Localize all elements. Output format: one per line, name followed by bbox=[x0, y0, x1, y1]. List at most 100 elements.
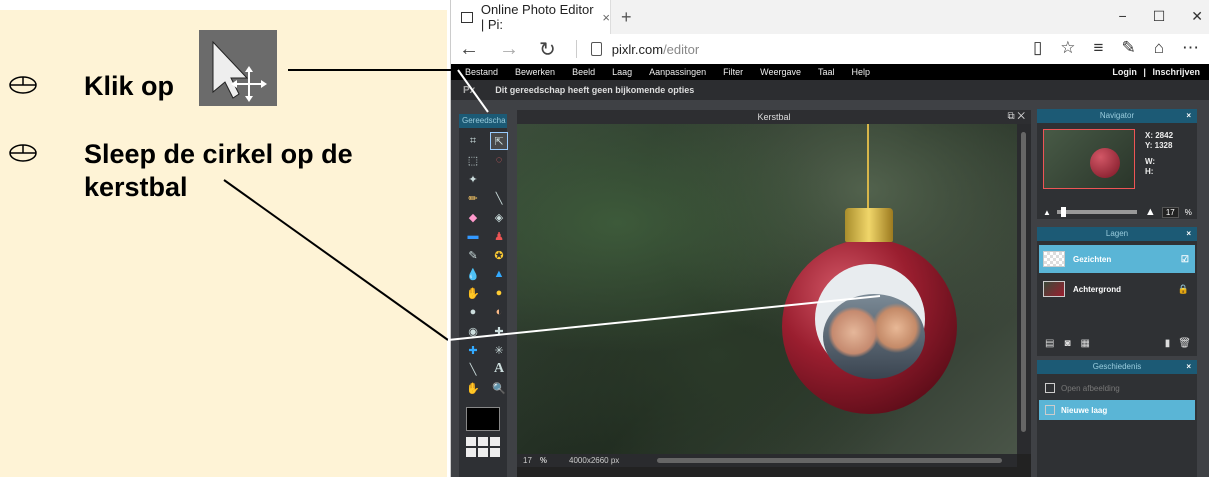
instruction-step-2: Sleep de cirkel op de kerstbal bbox=[8, 138, 414, 204]
forward-arrow-icon[interactable]: → bbox=[499, 38, 519, 61]
layers-header: Lagen × bbox=[1037, 227, 1197, 241]
pencil-tool-icon[interactable]: ✏ bbox=[464, 189, 482, 207]
drawing-tool-icon[interactable]: ✪ bbox=[490, 246, 508, 264]
zoom-input[interactable]: 17 bbox=[1161, 206, 1179, 218]
zoom-unit: % bbox=[1184, 207, 1192, 217]
tab-close-icon[interactable]: × bbox=[602, 10, 610, 25]
eraser-tool-icon[interactable]: ◆ bbox=[464, 208, 482, 226]
history-panel: Geschiedenis × Open afbeelding Nieuwe la… bbox=[1037, 360, 1197, 477]
reading-view-icon[interactable]: ▯ bbox=[1033, 38, 1042, 58]
zoom-value[interactable]: 17 bbox=[523, 456, 532, 465]
zoom-slider[interactable] bbox=[1056, 207, 1137, 217]
close-icon[interactable]: × bbox=[1186, 227, 1191, 241]
burn-tool-icon[interactable]: ◐ bbox=[490, 303, 508, 321]
menu-beeld[interactable]: Beeld bbox=[572, 67, 595, 77]
layer-settings-icon[interactable]: ▤ bbox=[1045, 338, 1054, 349]
menu-weergave[interactable]: Weergave bbox=[760, 67, 801, 77]
marquee-tool-icon[interactable]: ⬚ bbox=[464, 151, 482, 169]
menu-bewerken[interactable]: Bewerken bbox=[515, 67, 555, 77]
instruction-panel: Klik op Sleep de cirkel op de kerstbal bbox=[0, 10, 447, 477]
new-layer-icon[interactable]: ▮ bbox=[1165, 338, 1171, 349]
smudge-tool-icon[interactable]: ✋ bbox=[464, 284, 482, 302]
new-tab-button[interactable]: + bbox=[621, 7, 632, 28]
brush-tool-icon[interactable]: ╲ bbox=[490, 189, 508, 207]
blur-tool-icon[interactable]: 💧 bbox=[464, 265, 482, 283]
lock-icon bbox=[590, 42, 602, 56]
maximize-button[interactable]: ☐ bbox=[1153, 8, 1166, 25]
horizontal-scrollbar[interactable] bbox=[657, 458, 1002, 463]
menu-help[interactable]: Help bbox=[852, 67, 871, 77]
gradient-tool-icon[interactable]: ▬ bbox=[464, 227, 482, 245]
history-item-open[interactable]: Open afbeelding bbox=[1039, 378, 1195, 398]
close-icon[interactable]: ✕ bbox=[1017, 111, 1025, 122]
dodge-tool-icon[interactable]: ● bbox=[464, 303, 482, 321]
close-icon[interactable]: × bbox=[1186, 360, 1191, 374]
crop-tool-icon[interactable]: ⌗ bbox=[464, 132, 482, 150]
zoom-in-icon[interactable]: ▲ bbox=[1145, 206, 1156, 218]
canvas-status-bar: 17 % 4000x2660 px bbox=[517, 454, 1017, 467]
favorite-star-icon[interactable]: ☆ bbox=[1060, 38, 1075, 58]
menu-taal[interactable]: Taal bbox=[818, 67, 835, 77]
menu-laag[interactable]: Laag bbox=[612, 67, 632, 77]
history-item-new-layer[interactable]: Nieuwe laag bbox=[1039, 400, 1195, 420]
redeye-tool-icon[interactable]: ◉ bbox=[464, 322, 482, 340]
y-label: Y: bbox=[1145, 141, 1153, 150]
restore-icon[interactable]: ⧉ bbox=[1007, 111, 1014, 122]
delete-layer-icon[interactable]: 🗑 bbox=[1178, 338, 1191, 349]
color-picker-icon[interactable]: ╲ bbox=[464, 360, 482, 378]
navigator-thumbnail[interactable] bbox=[1043, 129, 1135, 189]
back-arrow-icon[interactable]: ← bbox=[459, 38, 479, 61]
layer-styles-icon[interactable]: ▦ bbox=[1081, 338, 1090, 349]
options-bar: Px Dit gereedschap heeft geen bijkomende… bbox=[451, 80, 1209, 100]
zoom-tool-icon[interactable]: 🔍 bbox=[490, 379, 508, 397]
type-tool-icon[interactable]: A bbox=[490, 360, 508, 378]
canvas-window: Kerstbal ⧉ ✕ 17 % 4000x2660 px bbox=[517, 110, 1031, 477]
canvas-title: Kerstbal bbox=[757, 112, 791, 122]
layer-row-gezichten[interactable]: Gezichten ☑ bbox=[1039, 245, 1195, 273]
close-icon[interactable]: × bbox=[1186, 109, 1191, 123]
lasso-tool-icon[interactable]: ◌ bbox=[490, 151, 508, 169]
menu-aanpassingen[interactable]: Aanpassingen bbox=[649, 67, 706, 77]
url-field[interactable]: pixlr.com/editor bbox=[612, 42, 699, 57]
faces-layer-circle[interactable] bbox=[823, 294, 925, 379]
paint-bucket-icon[interactable]: ◈ bbox=[490, 208, 508, 226]
refresh-icon[interactable]: ↻ bbox=[539, 37, 556, 62]
layer-row-achtergrond[interactable]: Achtergrond 🔒 bbox=[1039, 275, 1195, 303]
sponge-tool-icon[interactable]: ● bbox=[490, 284, 508, 302]
share-icon[interactable]: ⌂ bbox=[1154, 38, 1164, 58]
magic-wand-icon[interactable]: ✦ bbox=[464, 170, 482, 188]
layer-mask-icon[interactable]: ◙ bbox=[1064, 338, 1070, 349]
minimize-button[interactable]: − bbox=[1119, 8, 1127, 25]
zoom-out-icon[interactable]: ▲ bbox=[1043, 208, 1051, 217]
visibility-checkbox-icon[interactable]: ☑ bbox=[1181, 254, 1189, 265]
hub-icon[interactable]: ≡ bbox=[1094, 38, 1104, 58]
more-icon[interactable]: ⋯ bbox=[1182, 38, 1199, 58]
sharpen-tool-icon[interactable]: ▲ bbox=[490, 265, 508, 283]
vertical-scrollbar[interactable] bbox=[1017, 124, 1031, 454]
close-window-button[interactable]: ✕ bbox=[1191, 8, 1203, 25]
web-note-icon[interactable]: ✎ bbox=[1121, 38, 1135, 58]
canvas-image[interactable] bbox=[517, 124, 1017, 454]
layer-thumbnail bbox=[1043, 281, 1065, 297]
browser-tab[interactable]: Online Photo Editor | Pi: × bbox=[451, 0, 611, 34]
register-link[interactable]: Inschrijven bbox=[1152, 67, 1200, 77]
foreground-color-swatch[interactable] bbox=[466, 407, 500, 431]
menu-bestand[interactable]: Bestand bbox=[465, 67, 498, 77]
pinch-tool-icon[interactable]: ✳ bbox=[490, 341, 508, 359]
grid-view-icon[interactable] bbox=[466, 437, 500, 457]
tool-grid: ⌗ ⇱ ⬚ ◌ ✦ ✏ ╲ ◆ ◈ ▬ ♟ ✎ ✪ 💧 ▲ ✋ ● ● ◐ ◉ … bbox=[459, 128, 508, 401]
pixlr-logo-icon: Px bbox=[463, 84, 476, 96]
bloat-tool-icon[interactable]: ✚ bbox=[464, 341, 482, 359]
separator: | bbox=[1143, 67, 1146, 77]
login-link[interactable]: Login bbox=[1112, 67, 1137, 77]
h-label: H: bbox=[1145, 167, 1154, 176]
move-tool-icon[interactable]: ⇱ bbox=[490, 132, 508, 150]
screen: Klik op Sleep de cirkel op de kerstbal O… bbox=[0, 0, 1209, 477]
stamp-tool-icon[interactable]: ♟ bbox=[490, 227, 508, 245]
spot-heal-icon[interactable]: ✚ bbox=[490, 322, 508, 340]
menu-bar: Bestand Bewerken Beeld Laag Aanpassingen… bbox=[451, 64, 1209, 80]
menu-filter[interactable]: Filter bbox=[723, 67, 743, 77]
hand-tool-icon[interactable]: ✋ bbox=[464, 379, 482, 397]
color-replace-icon[interactable]: ✎ bbox=[464, 246, 482, 264]
history-header: Geschiedenis × bbox=[1037, 360, 1197, 374]
